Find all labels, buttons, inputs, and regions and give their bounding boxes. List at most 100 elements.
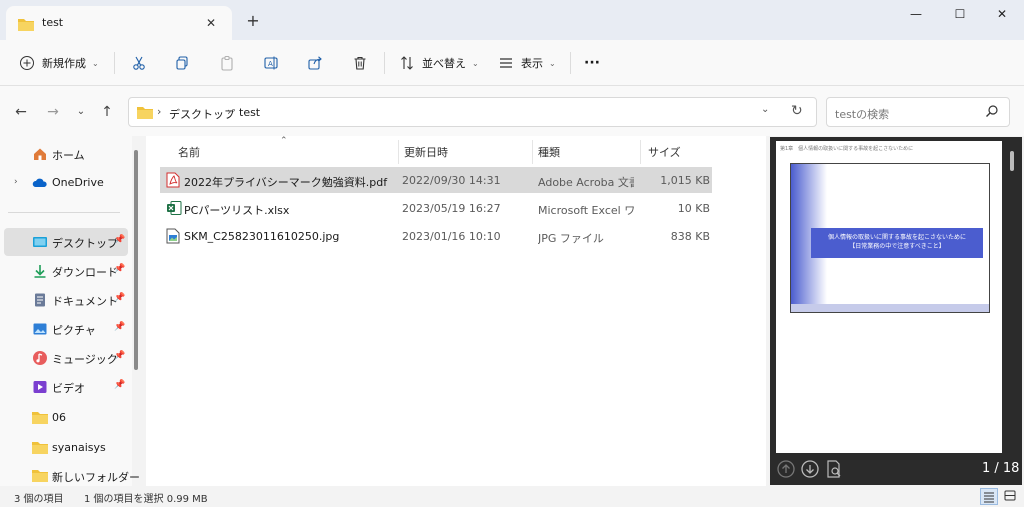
address-dropdown-icon[interactable]: ⌄ <box>761 104 769 115</box>
pin-icon: 📌 <box>114 264 126 274</box>
file-date: 2023/01/16 10:10 <box>402 230 501 243</box>
maximize-button[interactable]: ☐ <box>940 0 980 28</box>
column-header-type[interactable]: 種類 <box>538 144 560 160</box>
file-name: SKM_C25823011610250.jpg <box>184 230 340 243</box>
chevron-right-icon[interactable]: › <box>14 177 18 187</box>
sidebar-scrollbar[interactable] <box>134 150 138 370</box>
folder-icon <box>137 105 153 122</box>
column-header-size[interactable]: サイズ <box>648 144 681 160</box>
sidebar-item-folder-syanaisys[interactable]: syanaisys <box>4 434 128 462</box>
address-bar[interactable]: › デスクトップ › test ⌄ ↻ <box>128 97 817 127</box>
sort-ascending-icon: ⌃ <box>280 136 288 146</box>
column-header-date[interactable]: 更新日時 <box>404 144 448 160</box>
slide-subtitle-line: 【日常業務の中で注意すべきこと】 <box>849 243 945 250</box>
sort-button[interactable]: 並べ替え ⌄ <box>398 50 479 76</box>
table-row[interactable]: 2022年プライバシーマーク勉強資料.pdf 2022/09/30 14:31 … <box>160 167 712 193</box>
close-button[interactable]: ✕ <box>982 0 1022 28</box>
document-icon <box>32 292 48 308</box>
preview-page[interactable]: 第1章 個人情報の取扱いに関する事故を起こさないために 個人情報の取扱いに関する… <box>776 141 1002 453</box>
breadcrumb-test[interactable]: test <box>239 106 260 119</box>
preview-scrollbar[interactable] <box>1010 151 1014 171</box>
refresh-icon[interactable]: ↻ <box>791 103 803 119</box>
navigation-pane: ホーム › OneDrive デスクトップ 📌 ダウンロード 📌 ドキュメント … <box>0 136 140 486</box>
table-row[interactable]: SKM_C25823011610250.jpg 2023/01/16 10:10… <box>160 223 712 249</box>
sidebar-item-downloads[interactable]: ダウンロード 📌 <box>4 257 128 285</box>
breadcrumb-desktop[interactable]: デスクトップ <box>169 106 235 122</box>
file-name: 2022年プライバシーマーク勉強資料.pdf <box>184 176 388 189</box>
table-row[interactable]: PCパーツリスト.xlsx 2023/05/19 16:27 Microsoft… <box>160 195 712 221</box>
copy-icon <box>173 54 191 72</box>
column-divider[interactable] <box>532 140 533 164</box>
share-button[interactable] <box>306 50 324 76</box>
tab-close-icon[interactable]: ✕ <box>202 14 220 32</box>
back-arrow-icon[interactable]: ← <box>12 103 30 121</box>
sidebar-item-home[interactable]: ホーム <box>4 140 128 168</box>
tiles-view-icon[interactable] <box>1002 488 1020 505</box>
forward-arrow-icon[interactable]: → <box>44 103 62 121</box>
preview-toolbar: 1 / 18 <box>770 453 1022 485</box>
sidebar-item-label: ミュージック <box>52 353 118 366</box>
rename-icon: A <box>262 54 280 72</box>
sidebar-item-videos[interactable]: ビデオ 📌 <box>4 373 128 401</box>
slide-title-banner: 個人情報の取扱いに関する事故を起こさないために 【日常業務の中で注意すべきこと】 <box>811 228 983 258</box>
delete-button[interactable] <box>351 50 369 76</box>
download-icon <box>32 263 48 279</box>
file-size: 1,015 KB <box>660 174 710 187</box>
paste-button[interactable] <box>218 50 236 76</box>
pin-icon: 📌 <box>114 380 126 390</box>
music-icon <box>32 350 48 366</box>
sidebar-item-folder-06[interactable]: 06 <box>4 404 128 432</box>
view-button-label: 表示 <box>521 57 543 70</box>
breadcrumb-separator: › <box>157 105 162 118</box>
sidebar-item-pictures[interactable]: ピクチャ 📌 <box>4 315 128 343</box>
cloud-icon <box>32 175 48 191</box>
new-tab-button[interactable]: + <box>244 12 262 30</box>
minimize-button[interactable]: — <box>896 0 936 28</box>
video-icon <box>32 379 48 395</box>
file-size: 838 KB <box>670 230 710 243</box>
preview-slide: 個人情報の取扱いに関する事故を起こさないために 【日常業務の中で注意すべきこと】 <box>790 163 990 313</box>
command-bar: 新規作成 ⌄ A 並べ替え ⌄ 表示 ⌄ ··· <box>0 40 1024 86</box>
find-in-document-icon[interactable] <box>824 459 844 479</box>
sidebar-item-documents[interactable]: ドキュメント 📌 <box>4 286 128 314</box>
up-arrow-icon[interactable]: ↑ <box>98 103 116 121</box>
folder-icon <box>32 440 48 456</box>
sidebar-item-label: ドキュメント <box>52 295 118 308</box>
sidebar-item-desktop[interactable]: デスクトップ 📌 <box>4 228 128 256</box>
clipboard-icon <box>218 54 236 72</box>
column-divider[interactable] <box>640 140 641 164</box>
divider <box>114 52 115 74</box>
recent-chevron-icon[interactable]: ⌄ <box>72 103 90 121</box>
column-header-name[interactable]: 名前 <box>178 144 200 160</box>
file-size: 10 KB <box>677 202 710 215</box>
cut-button[interactable] <box>130 50 148 76</box>
sidebar-item-label: 06 <box>52 411 66 424</box>
file-date: 2023/05/19 16:27 <box>402 202 501 215</box>
sidebar-item-label: ビデオ <box>52 382 85 395</box>
rename-button[interactable]: A <box>262 50 280 76</box>
column-divider[interactable] <box>398 140 399 164</box>
details-view-icon[interactable] <box>980 488 998 505</box>
preview-pane: 第1章 個人情報の取扱いに関する事故を起こさないために 個人情報の取扱いに関する… <box>770 137 1022 485</box>
pin-icon: 📌 <box>114 351 126 361</box>
sidebar-item-onedrive[interactable]: › OneDrive <box>4 169 128 197</box>
view-button[interactable]: 表示 ⌄ <box>497 50 556 76</box>
tab-title: test <box>42 16 64 29</box>
previous-page-icon[interactable] <box>776 459 796 479</box>
tab-test[interactable]: test ✕ <box>6 6 232 40</box>
preview-page-header: 第1章 個人情報の取扱いに関する事故を起こさないために <box>780 146 914 152</box>
search-box[interactable]: testの検索 <box>826 97 1010 127</box>
next-page-icon[interactable] <box>800 459 820 479</box>
sidebar-item-label: ホーム <box>52 149 85 162</box>
copy-button[interactable] <box>173 50 191 76</box>
new-button-label: 新規作成 <box>42 57 86 70</box>
new-button[interactable]: 新規作成 ⌄ <box>18 50 99 76</box>
svg-text:A: A <box>268 60 273 68</box>
file-type: Adobe Acroba 文書 <box>538 176 634 189</box>
sidebar-item-label: ダウンロード <box>52 266 118 279</box>
folder-icon <box>18 17 34 34</box>
more-options-button[interactable]: ··· <box>584 50 600 76</box>
search-icon[interactable] <box>985 104 999 121</box>
sidebar-item-music[interactable]: ミュージック 📌 <box>4 344 128 372</box>
search-placeholder: testの検索 <box>835 108 890 121</box>
